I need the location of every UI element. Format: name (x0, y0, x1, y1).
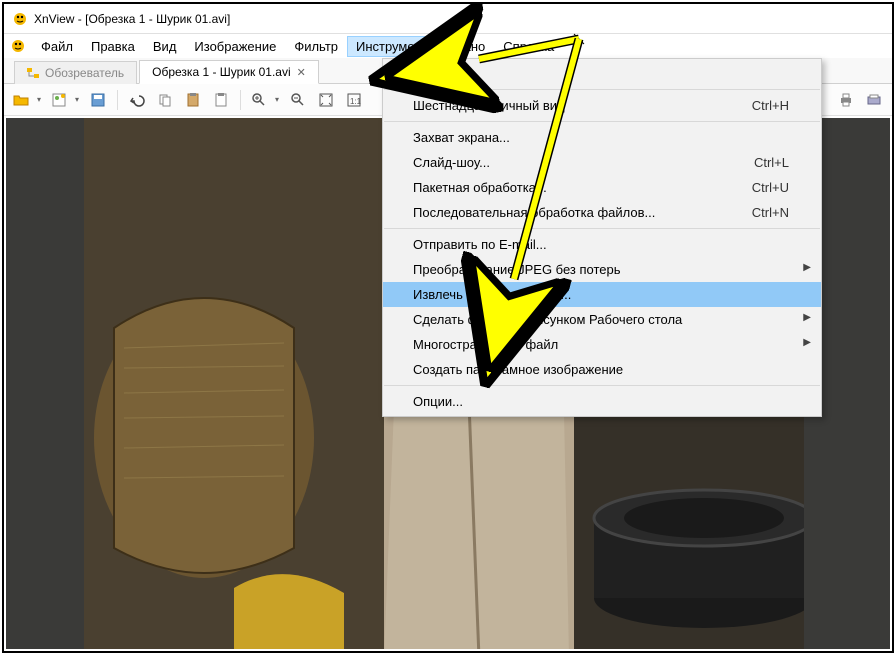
copy-button[interactable] (153, 88, 177, 112)
print-icon (838, 92, 854, 108)
undo-icon (129, 92, 145, 108)
zoom-in-icon (251, 92, 267, 108)
menu-options[interactable]: Опции... (383, 389, 821, 414)
chevron-right-icon: ▶ (803, 262, 811, 273)
tab-label: Обозреватель (45, 66, 124, 80)
close-icon[interactable]: ✕ (297, 66, 306, 79)
menu-image[interactable]: Изображение (185, 36, 285, 57)
menu-file[interactable]: Файл (32, 36, 82, 57)
separator (384, 228, 820, 229)
print-button[interactable] (834, 88, 858, 112)
menu-extract-frames[interactable]: Извлечь кадры из видео... (383, 282, 821, 307)
menu-batch[interactable]: Пакетная обработка...Ctrl+U (383, 175, 821, 200)
menu-email[interactable]: Отправить по E-mail... (383, 232, 821, 257)
menu-sequence[interactable]: Последовательная обработка файлов...Ctrl… (383, 200, 821, 225)
zoom-out-button[interactable] (286, 88, 310, 112)
fit-button[interactable] (314, 88, 338, 112)
menu-tools[interactable]: Инструменты (347, 36, 446, 57)
svg-text:1:1: 1:1 (350, 97, 362, 106)
menu-view[interactable]: Вид (144, 36, 186, 57)
open-folder-icon (13, 92, 29, 108)
separator (117, 90, 118, 110)
chevron-right-icon: ▶ (803, 312, 811, 323)
titlebar: XnView - [Обрезка 1 - Шурик 01.avi] (4, 4, 892, 34)
menubar: Файл Правка Вид Изображение Фильтр Инстр… (4, 34, 892, 58)
scan-button[interactable] (862, 88, 886, 112)
save-button[interactable] (86, 88, 110, 112)
app-icon-menu (10, 38, 26, 54)
tools-dropdown: Найти... Шестнадцатиричный видCtrl+H Зах… (382, 58, 822, 417)
undo-button[interactable] (125, 88, 149, 112)
separator (384, 89, 820, 90)
app-window: XnView - [Обрезка 1 - Шурик 01.avi] Файл… (2, 2, 894, 653)
menu-hexview[interactable]: Шестнадцатиричный видCtrl+H (383, 93, 821, 118)
chevron-right-icon: ▶ (803, 337, 811, 348)
separator (240, 90, 241, 110)
save-icon (90, 92, 106, 108)
new-image-button[interactable] (48, 88, 82, 112)
clipboard-icon (213, 92, 229, 108)
actual-size-button[interactable]: 1:1 (342, 88, 366, 112)
menu-panorama[interactable]: Создать панорамное изображение (383, 357, 821, 382)
fit-icon (318, 92, 334, 108)
browser-tree-icon (27, 67, 39, 79)
menu-multipage[interactable]: Многостраничный файл▶ (383, 332, 821, 357)
new-image-icon (51, 92, 67, 108)
paste-button[interactable] (181, 88, 205, 112)
menu-slideshow[interactable]: Слайд-шоу...Ctrl+L (383, 150, 821, 175)
menu-filter[interactable]: Фильтр (285, 36, 347, 57)
paste-icon (185, 92, 201, 108)
menu-jpeg-lossless[interactable]: Преобразование JPEG без потерь▶ (383, 257, 821, 282)
separator (384, 385, 820, 386)
tab-browser[interactable]: Обозреватель (14, 61, 137, 84)
scan-icon (866, 92, 882, 108)
zoom-out-icon (290, 92, 306, 108)
tab-file[interactable]: Обрезка 1 - Шурик 01.avi ✕ (139, 60, 319, 84)
app-icon (12, 11, 28, 27)
actual-size-icon: 1:1 (346, 92, 362, 108)
separator (384, 121, 820, 122)
menu-capture[interactable]: Захват экрана... (383, 125, 821, 150)
menu-wallpaper[interactable]: Сделать фоновым рисунком Рабочего стола▶ (383, 307, 821, 332)
tab-label: Обрезка 1 - Шурик 01.avi (152, 65, 291, 79)
clipboard-button[interactable] (209, 88, 233, 112)
copy-icon (157, 92, 173, 108)
menu-edit[interactable]: Правка (82, 36, 144, 57)
window-title: XnView - [Обрезка 1 - Шурик 01.avi] (34, 12, 230, 26)
menu-window[interactable]: Окно (446, 36, 494, 57)
menu-help[interactable]: Справка (494, 36, 563, 57)
open-folder-button[interactable] (10, 88, 44, 112)
menu-find[interactable]: Найти... (383, 61, 821, 86)
zoom-in-button[interactable] (248, 88, 282, 112)
